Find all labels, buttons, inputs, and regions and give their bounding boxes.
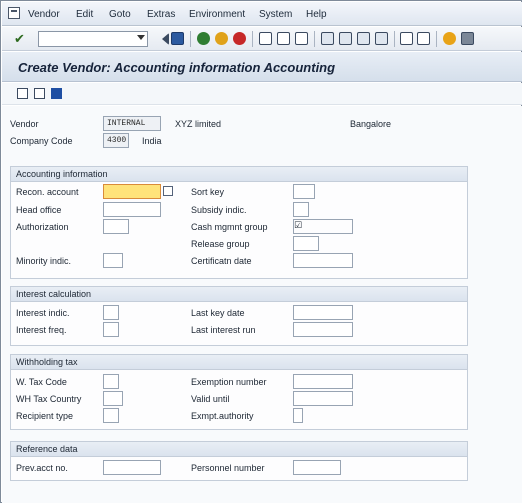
vendor-label: Vendor xyxy=(10,119,39,129)
toolbar-separator xyxy=(190,31,191,47)
menu-system[interactable]: System xyxy=(259,9,292,20)
create-session-icon[interactable] xyxy=(400,32,413,45)
certificatn-date-input[interactable] xyxy=(293,253,353,268)
group-heading: Accounting information xyxy=(11,167,467,182)
command-field[interactable] xyxy=(38,31,148,47)
exemption-number-label: Exemption number xyxy=(191,377,267,387)
layout-menu-icon[interactable] xyxy=(461,32,474,45)
personnel-number-input[interactable] xyxy=(293,460,341,475)
menu-extras[interactable]: Extras xyxy=(147,9,175,20)
interest-freq-input[interactable] xyxy=(103,322,119,337)
last-key-date-label: Last key date xyxy=(191,308,245,318)
exmpt-authority-input[interactable] xyxy=(293,408,303,423)
exemption-number-input[interactable] xyxy=(293,374,353,389)
head-office-label: Head office xyxy=(16,205,62,215)
first-page-icon[interactable] xyxy=(321,32,334,45)
subsidy-indic-label: Subsidy indic. xyxy=(191,205,247,215)
last-key-date-input[interactable] xyxy=(293,305,353,320)
main-content: Vendor INTERNAL XYZ limited Bangalore Co… xyxy=(2,106,522,503)
recipient-type-input[interactable] xyxy=(103,408,119,423)
w-tax-code-input[interactable] xyxy=(103,374,119,389)
application-toolbar xyxy=(2,83,522,105)
recon-account-input[interactable] xyxy=(103,184,161,199)
exmpt-authority-label: Exmpt.authority xyxy=(191,411,254,421)
release-group-input[interactable] xyxy=(293,236,319,251)
menu-edit[interactable]: Edit xyxy=(76,9,93,20)
menu-bar: Vendor Edit Goto Extras Environment Syst… xyxy=(2,2,522,26)
minority-indic-label: Minority indic. xyxy=(16,256,72,266)
valid-until-input[interactable] xyxy=(293,391,353,406)
cash-mgmnt-group-label: Cash mgmnt group xyxy=(191,222,268,232)
company-country: India xyxy=(142,136,162,146)
chevron-down-icon[interactable] xyxy=(137,35,145,40)
toolbar-separator xyxy=(394,31,395,47)
value-help-icon[interactable] xyxy=(163,186,173,196)
wh-tax-country-input[interactable] xyxy=(103,391,123,406)
certificatn-date-label: Certificatn date xyxy=(191,256,252,266)
prev-acct-no-input[interactable] xyxy=(103,460,161,475)
personnel-number-label: Personnel number xyxy=(191,463,265,473)
head-office-input[interactable] xyxy=(103,202,161,217)
company-code-label: Company Code xyxy=(10,136,73,146)
shortcut-icon[interactable] xyxy=(417,32,430,45)
last-interest-run-input[interactable] xyxy=(293,322,353,337)
interest-freq-label: Interest freq. xyxy=(16,325,67,335)
cash-mgmnt-group-input[interactable] xyxy=(293,219,353,234)
sort-key-input[interactable] xyxy=(293,184,315,199)
sort-key-label: Sort key xyxy=(191,187,225,197)
toolbar-separator xyxy=(436,31,437,47)
page-title: Create Vendor: Accounting information Ac… xyxy=(18,60,336,75)
exit-icon[interactable] xyxy=(215,32,228,45)
system-menu-icon[interactable] xyxy=(8,7,20,19)
menu-vendor[interactable]: Vendor xyxy=(28,9,60,20)
title-bar: Create Vendor: Accounting information Ac… xyxy=(2,52,522,82)
find-next-icon[interactable] xyxy=(295,32,308,45)
find-icon[interactable] xyxy=(277,32,290,45)
cancel-icon[interactable] xyxy=(233,32,246,45)
last-interest-run-label: Last interest run xyxy=(191,325,256,335)
minority-indic-input[interactable] xyxy=(103,253,123,268)
group-heading: Interest calculation xyxy=(11,287,467,302)
help-icon[interactable] xyxy=(443,32,456,45)
subsidy-indic-input[interactable] xyxy=(293,202,309,217)
toolbar-separator xyxy=(314,31,315,47)
interest-indic-input[interactable] xyxy=(103,305,119,320)
enter-checkmark-icon[interactable]: ✔ xyxy=(14,31,25,47)
save-icon[interactable] xyxy=(171,32,184,45)
last-page-icon[interactable] xyxy=(375,32,388,45)
vendor-name: XYZ limited xyxy=(175,119,222,129)
copy-document-icon[interactable] xyxy=(34,88,45,99)
other-vendor-icon[interactable] xyxy=(17,88,28,99)
valid-until-label: Valid until xyxy=(191,394,230,404)
toolbar-separator xyxy=(252,31,253,47)
back-icon[interactable] xyxy=(197,32,210,45)
next-page-icon[interactable] xyxy=(357,32,370,45)
info-icon[interactable] xyxy=(51,88,62,99)
recipient-type-label: Recipient type xyxy=(16,411,74,421)
standard-toolbar: ✔ xyxy=(2,27,522,51)
back-triangle-icon[interactable] xyxy=(155,33,169,45)
company-code-field: 4300 xyxy=(103,133,129,148)
menu-environment[interactable]: Environment xyxy=(189,9,245,20)
group-heading: Reference data xyxy=(11,442,467,457)
vendor-city: Bangalore xyxy=(350,119,392,129)
menu-goto[interactable]: Goto xyxy=(109,9,131,20)
recon-account-label: Recon. account xyxy=(16,187,79,197)
reference-data-group: Reference data xyxy=(10,441,468,481)
authorization-label: Authorization xyxy=(16,222,69,232)
previous-page-icon[interactable] xyxy=(339,32,352,45)
print-icon[interactable] xyxy=(259,32,272,45)
group-heading: Withholding tax xyxy=(11,355,467,370)
menu-help[interactable]: Help xyxy=(306,9,327,20)
interest-indic-label: Interest indic. xyxy=(16,308,70,318)
w-tax-code-label: W. Tax Code xyxy=(16,377,67,387)
prev-acct-no-label: Prev.acct no. xyxy=(16,463,68,473)
wh-tax-country-label: WH Tax Country xyxy=(16,394,82,404)
vendor-field: INTERNAL xyxy=(103,116,161,131)
sap-window: Vendor Edit Goto Extras Environment Syst… xyxy=(0,0,522,503)
release-group-label: Release group xyxy=(191,239,250,249)
authorization-input[interactable] xyxy=(103,219,129,234)
